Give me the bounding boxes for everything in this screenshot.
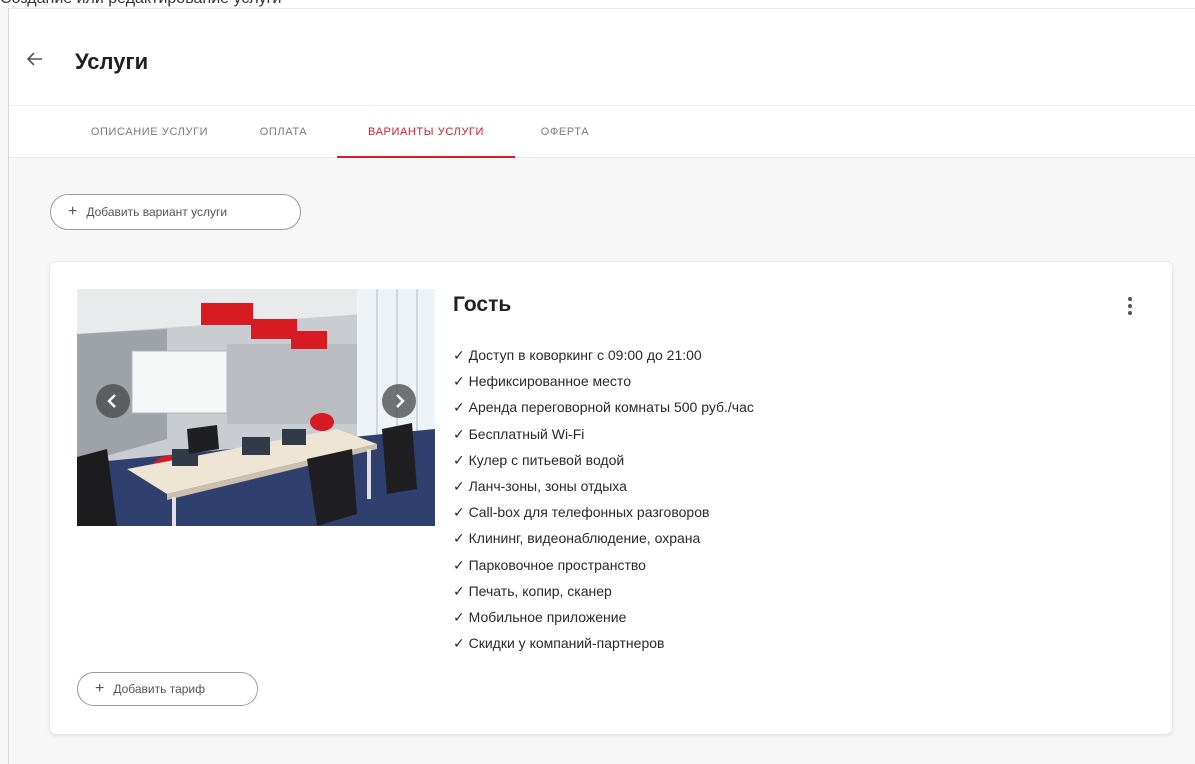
carousel-prev-button[interactable] <box>96 384 130 418</box>
top-strip: Создание или редактирование услуги <box>0 0 1195 8</box>
tab-bar: ОПИСАНИЕ УСЛУГИ ОПЛАТА ВАРИАНТЫ УСЛУГИ О… <box>9 106 1195 158</box>
feature-item: ✓ Аренда переговорной комнаты 500 руб./ч… <box>453 399 754 416</box>
variant-card: Гость ✓ Доступ в коворкинг с 09:00 до 21… <box>50 262 1172 734</box>
tab-label: ВАРИАНТЫ УСЛУГИ <box>368 126 484 138</box>
variant-title: Гость <box>453 293 512 316</box>
feature-item: ✓ Печать, копир, сканер <box>453 582 612 599</box>
feature-item: ✓ Доступ в коворкинг с 09:00 до 21:00 <box>453 347 702 363</box>
feature-item: ✓ Мобильное приложение <box>453 609 627 626</box>
add-variant-button[interactable]: + Добавить вариант услуги <box>50 194 301 230</box>
feature-item: ✓ Call-box для телефонных разговоров <box>453 504 710 521</box>
plus-icon: + <box>68 203 78 220</box>
plus-icon: + <box>95 680 105 697</box>
feature-item: ✓ Скидки у компаний-партнеров <box>453 635 665 652</box>
feature-item: ✓ Нефиксированное место <box>453 373 631 390</box>
coworking-photo <box>77 289 435 526</box>
tab-label: ОПИСАНИЕ УСЛУГИ <box>90 126 209 138</box>
feature-item: ✓ Бесплатный Wi-Fi <box>453 425 585 442</box>
feature-item: ✓ Кулер с питьевой водой <box>453 451 625 468</box>
feature-list: ✓ Доступ в коворкинг с 09:00 до 21:00 ✓ … <box>453 342 754 656</box>
tab-payment[interactable]: ОПЛАТА <box>242 106 325 158</box>
page-title: Услуги <box>75 49 149 74</box>
feature-item: ✓ Парковочное пространство <box>453 556 646 573</box>
page-header: Услуги <box>9 8 1195 106</box>
tab-label: ОПЛАТА <box>259 126 308 138</box>
add-variant-label: Добавить вариант услуги <box>86 205 228 219</box>
chevron-right-icon <box>396 394 405 408</box>
active-tab-indicator <box>337 156 515 158</box>
tab-service-description[interactable]: ОПИСАНИЕ УСЛУГИ <box>68 106 231 158</box>
tab-offer[interactable]: ОФЕРТА <box>527 106 603 158</box>
more-vertical-icon[interactable] <box>1121 295 1139 319</box>
chevron-left-icon <box>107 394 116 408</box>
feature-item: ✓ Ланч-зоны, зоны отдыха <box>453 478 627 495</box>
tab-label: ОФЕРТА <box>540 126 590 138</box>
add-tariff-label: Добавить тариф <box>113 682 205 696</box>
back-arrow-icon[interactable] <box>23 47 47 71</box>
add-tariff-button[interactable]: + Добавить тариф <box>77 672 258 706</box>
feature-item: ✓ Клининг, видеонаблюдение, охрана <box>453 530 701 547</box>
tab-service-variants[interactable]: ВАРИАНТЫ УСЛУГИ <box>337 106 515 158</box>
top-strip-text: Создание или редактирование услуги <box>0 0 281 8</box>
carousel-next-button[interactable] <box>382 384 416 418</box>
